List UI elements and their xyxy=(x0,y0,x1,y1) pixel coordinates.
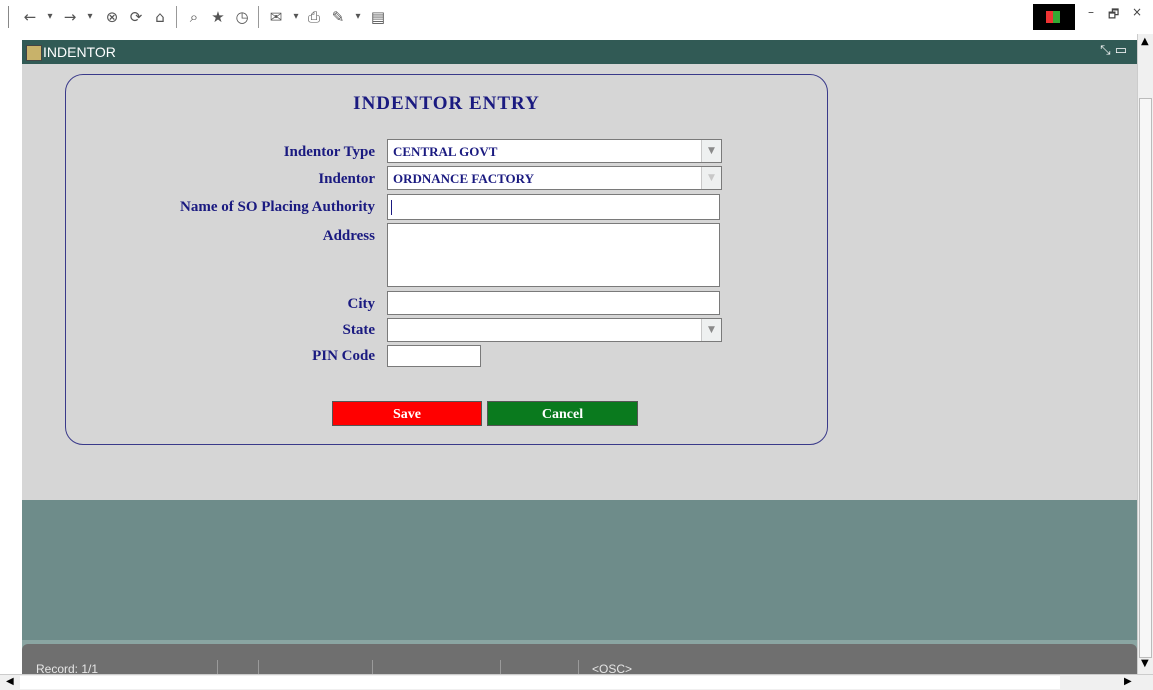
minimize-icon[interactable]: – xyxy=(1088,5,1094,19)
status-divider xyxy=(258,660,259,674)
history-icon[interactable]: ◷ xyxy=(232,7,252,27)
refresh-icon[interactable]: ⟳ xyxy=(126,7,146,27)
city-label: City xyxy=(347,296,376,312)
windows-logo-icon xyxy=(1033,4,1075,30)
text-cursor xyxy=(391,200,392,215)
mail-icon[interactable]: ✉ xyxy=(266,7,286,27)
close-icon[interactable]: × xyxy=(1132,5,1142,19)
chevron-down-icon[interactable]: ▼ xyxy=(701,319,721,341)
forward-dropdown-icon[interactable]: ▾ xyxy=(80,7,100,27)
discuss-icon[interactable]: ▤ xyxy=(368,7,388,27)
search-icon[interactable]: ⌕ xyxy=(184,7,204,27)
cancel-button[interactable]: Cancel xyxy=(487,401,638,426)
indentor-value: ORDNANCE FACTORY xyxy=(393,171,534,186)
scroll-thumb[interactable] xyxy=(20,676,1060,689)
window-titlebar[interactable]: INDENTOR ⤡ ▭ xyxy=(22,40,1137,64)
form-heading: INDENTOR ENTRY xyxy=(353,93,540,114)
window-title: INDENTOR xyxy=(43,44,116,60)
indentor-select[interactable]: ORDNANCE FACTORY ▼ xyxy=(387,166,722,190)
indentor-type-label: Indentor Type xyxy=(283,144,375,160)
scroll-right-icon[interactable]: ▶ xyxy=(1124,676,1132,687)
print-icon[interactable]: ⎙ xyxy=(304,7,324,27)
indentor-label: Indentor xyxy=(318,171,375,187)
app-icon xyxy=(26,45,42,61)
restore-icon[interactable]: 🗗 xyxy=(1108,5,1119,26)
scroll-thumb[interactable] xyxy=(1139,98,1152,658)
toolbar-gripper xyxy=(8,6,11,28)
scroll-up-icon[interactable]: ▲ xyxy=(1141,36,1149,47)
state-label: State xyxy=(342,322,376,338)
chevron-down-icon[interactable]: ▼ xyxy=(701,167,721,189)
save-button[interactable]: Save xyxy=(332,401,482,426)
edit-icon[interactable]: ✎ xyxy=(328,7,348,27)
state-select[interactable]: ▼ xyxy=(387,318,722,342)
scroll-left-icon[interactable]: ◀ xyxy=(6,676,14,687)
mail-dropdown-icon[interactable]: ▾ xyxy=(286,7,306,27)
status-divider xyxy=(578,660,579,674)
chevron-down-icon[interactable]: ▼ xyxy=(701,140,721,162)
back-icon[interactable]: ← xyxy=(20,7,40,27)
edit-dropdown-icon[interactable]: ▾ xyxy=(348,7,368,27)
city-input[interactable] xyxy=(387,291,720,315)
indentor-type-select[interactable]: CENTRAL GOVT ▼ xyxy=(387,139,722,163)
pin-code-input[interactable] xyxy=(387,345,481,367)
toolbar-separator xyxy=(176,6,177,28)
indentor-type-value: CENTRAL GOVT xyxy=(393,144,498,159)
status-divider xyxy=(372,660,373,674)
home-icon[interactable]: ⌂ xyxy=(150,7,170,27)
toolbar-separator xyxy=(258,6,259,28)
form-canvas: INDENTOR ENTRY Indentor Type CENTRAL GOV… xyxy=(22,64,1137,500)
scroll-down-icon[interactable]: ▼ xyxy=(1141,658,1149,669)
status-panel xyxy=(22,644,1137,674)
indentor-entry-panel: INDENTOR ENTRY Indentor Type CENTRAL GOV… xyxy=(65,74,828,445)
horizontal-scrollbar[interactable]: ◀ ▶ xyxy=(0,674,1153,690)
vertical-scrollbar[interactable]: ▲ ▼ xyxy=(1137,34,1153,674)
address-label: Address xyxy=(322,228,375,244)
status-bar: Record: 1/1 <OSC> xyxy=(22,640,1137,676)
favorites-icon[interactable]: ★ xyxy=(208,7,228,27)
browser-toolbar: ← ▾ → ▾ ⊗ ⟳ ⌂ ⌕ ★ ◷ ✉ ▾ ⎙ ✎ ▾ ▤ – 🗗 × xyxy=(0,0,1153,34)
address-textarea[interactable] xyxy=(387,223,720,287)
forward-icon[interactable]: → xyxy=(60,7,80,27)
status-divider xyxy=(500,660,501,674)
status-divider xyxy=(217,660,218,674)
so-authority-label: Name of SO Placing Authority xyxy=(180,199,375,215)
pin-code-label: PIN Code xyxy=(312,348,375,364)
so-authority-input[interactable] xyxy=(387,194,720,220)
window-resize-icon[interactable]: ⤡ ▭ xyxy=(1100,43,1127,58)
back-dropdown-icon[interactable]: ▾ xyxy=(40,7,60,27)
indentor-window: INDENTOR ⤡ ▭ INDENTOR ENTRY Indentor Typ… xyxy=(22,40,1137,690)
stop-icon[interactable]: ⊗ xyxy=(102,7,122,27)
